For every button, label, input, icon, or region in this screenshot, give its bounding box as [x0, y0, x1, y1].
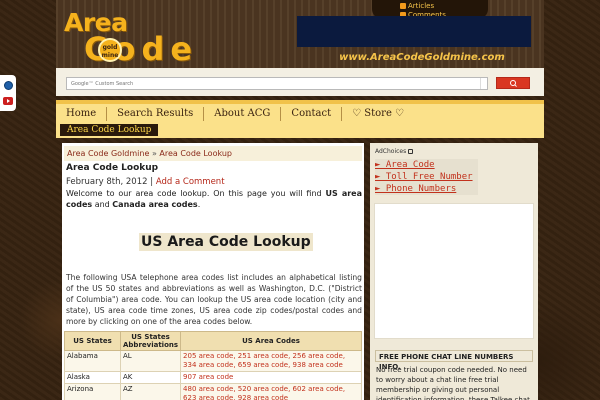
table-row: Alabama AL 205 area code, 251 area code,… [64, 350, 362, 372]
breadcrumb: Area Code Goldmine » Area Code Lookup [64, 146, 362, 161]
table-header-row: US States US States Abbreviations US Are… [64, 331, 362, 351]
breadcrumb-current[interactable]: Area Code Lookup [159, 149, 232, 158]
rss-icon [400, 2, 406, 9]
site-url: www.AreaCodeGoldmine.com [339, 52, 505, 63]
search-icon [509, 79, 517, 87]
column-header: US Area Codes [180, 331, 362, 351]
add-comment-link[interactable]: Add a Comment [156, 177, 225, 187]
nav-home[interactable]: Home [56, 107, 108, 121]
intro-paragraph: Welcome to our area code lookup. On this… [66, 188, 362, 210]
area-codes-table: US States US States Abbreviations US Are… [64, 331, 362, 400]
section-heading: US Area Code Lookup [139, 233, 313, 251]
breadcrumb-home[interactable]: Area Code Goldmine [67, 149, 149, 158]
nav-contact[interactable]: Contact [281, 107, 343, 121]
social-share-tab[interactable] [0, 75, 16, 111]
adchoices-text: AdChoices [375, 148, 407, 155]
state-cell: Alabama [64, 350, 121, 372]
articles-feed-link[interactable]: Articles [400, 1, 488, 10]
header-ad-banner[interactable] [297, 16, 531, 47]
breadcrumb-separator: » [151, 149, 157, 158]
search-input[interactable] [66, 77, 488, 90]
area-codes-cell[interactable]: 907 area code [180, 371, 362, 384]
table-row: Arizona AZ 480 area code, 520 area code,… [64, 383, 362, 400]
search-clear[interactable] [480, 78, 487, 89]
youtube-icon[interactable] [3, 96, 13, 105]
nav-store[interactable]: ♡ Store ♡ [342, 107, 414, 121]
state-cell: Alaska [64, 371, 121, 384]
search-button[interactable] [496, 77, 530, 89]
area-codes-cell[interactable]: 480 area code, 520 area code, 602 area c… [180, 383, 362, 400]
post-date: February 8th, 2012 [66, 177, 148, 187]
post-meta: February 8th, 2012 | Add a Comment [66, 177, 225, 187]
area-codes-cell[interactable]: 205 area code, 251 area code, 256 area c… [180, 350, 362, 372]
abbr-cell: AZ [119, 383, 182, 400]
ad-link-area-code[interactable]: ► Area Code [375, 159, 478, 171]
nav-about[interactable]: About ACG [204, 107, 282, 121]
site-logo[interactable]: Area Code gold mine [64, 8, 192, 68]
ad-link-toll-free[interactable]: ► Toll Free Number [375, 171, 478, 183]
ad-link-phone-numbers[interactable]: ► Phone Numbers [375, 183, 478, 195]
header: Area Code gold mine Articles Comments ww… [56, 0, 544, 68]
globe-icon[interactable] [3, 81, 13, 91]
articles-link-label: Articles [408, 1, 435, 10]
column-header: US States Abbreviations [119, 331, 182, 351]
nav-search-results[interactable]: Search Results [107, 107, 205, 121]
adchoices-label[interactable]: AdChoices [375, 148, 414, 155]
sidebar: AdChoices ► Area Code ► Toll Free Number… [370, 143, 538, 400]
intro-text: Welcome to our area code lookup. On this… [66, 189, 326, 198]
main-nav: Home Search Results About ACG Contact ♡ … [56, 100, 544, 138]
abbr-cell: AK [119, 371, 182, 384]
ad-links: ► Area Code ► Toll Free Number ► Phone N… [375, 159, 478, 195]
intro-text: and [92, 200, 113, 209]
intro-text: . [197, 200, 201, 209]
post-meta-separator: | [150, 177, 154, 187]
adchoices-icon [408, 149, 414, 154]
column-header: US States [64, 331, 121, 351]
nav-row: Home Search Results About ACG Contact ♡ … [56, 106, 414, 122]
state-cell: Arizona [64, 383, 121, 400]
site-wrapper: Area Code gold mine Articles Comments ww… [56, 0, 544, 400]
search-bar [56, 68, 544, 96]
body-paragraph: The following USA telephone area codes l… [66, 273, 362, 326]
table-row: Alaska AK 907 area code [64, 371, 362, 384]
main-content: Area Code Goldmine » Area Code Lookup Ar… [62, 143, 364, 400]
widget-text: No free trial coupon code needed. No nee… [376, 366, 530, 400]
abbr-cell: AL [119, 350, 182, 372]
sidebar-ad-box[interactable] [374, 203, 534, 339]
widget-title: FREE PHONE CHAT LINE NUMBERS INFO. [375, 350, 533, 371]
logo-badge: gold mine [98, 38, 122, 62]
intro-canada-area-codes: Canada area codes [112, 200, 198, 209]
nav-area-code-lookup[interactable]: Area Code Lookup [60, 124, 159, 136]
post-title[interactable]: Area Code Lookup [66, 163, 158, 173]
